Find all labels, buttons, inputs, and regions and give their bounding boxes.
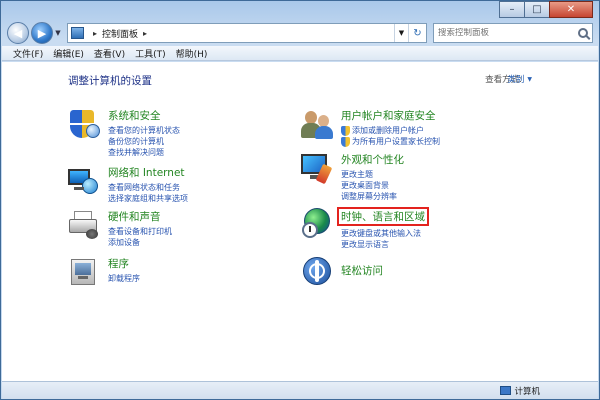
uac-shield-icon [341, 136, 350, 147]
menu-help[interactable]: 帮助(H) [171, 47, 213, 60]
recent-pages-dropdown[interactable]: ▼ [53, 29, 63, 37]
users-icon[interactable] [301, 108, 333, 140]
control-panel-icon [71, 27, 84, 39]
content-area: 调整计算机的设置 查看方式: 类别 ▼ 系统和安全 查看您的计算机状态 备份您的… [2, 62, 598, 381]
computer-icon [500, 386, 512, 395]
link-change-theme[interactable]: 更改主题 [341, 169, 404, 180]
category-title-system-security[interactable]: 系统和安全 [108, 108, 180, 123]
breadcrumb-chevron-icon[interactable]: ▸ [93, 29, 97, 38]
category-clock-language-region: 时钟、语言和区域 更改键盘或其他输入法 更改显示语言 [301, 207, 429, 250]
search-box[interactable] [433, 23, 593, 43]
link-adjust-resolution[interactable]: 调整屏幕分辨率 [341, 191, 404, 202]
printer-icon[interactable] [68, 209, 100, 241]
back-button[interactable]: ◀ [7, 22, 29, 44]
status-text: 计算机 [514, 386, 540, 397]
close-button[interactable]: ✕ [549, 1, 593, 18]
link-view-network-status[interactable]: 查看网络状态和任务 [108, 182, 188, 193]
link-view-computer-status[interactable]: 查看您的计算机状态 [108, 125, 180, 136]
menu-view[interactable]: 查看(V) [89, 47, 130, 60]
category-system-security: 系统和安全 查看您的计算机状态 备份您的计算机 查找并解决问题 [68, 108, 180, 158]
category-title-ease-of-access[interactable]: 轻松访问 [341, 263, 383, 278]
category-title-network[interactable]: 网络和 Internet [108, 165, 188, 180]
address-bar[interactable]: ▸ 控制面板 ▸ ▼ ↻ [67, 23, 427, 43]
category-user-accounts: 用户帐户和家庭安全 添加或删除用户帐户 为所有用户设置家长控制 [301, 108, 440, 147]
menu-bar: 文件(F) 编辑(E) 查看(V) 工具(T) 帮助(H) [2, 46, 598, 61]
network-globe-icon[interactable] [68, 165, 100, 197]
search-icon[interactable] [578, 28, 588, 38]
menu-file[interactable]: 文件(F) [8, 47, 48, 60]
link-homegroup-sharing[interactable]: 选择家庭组和共享选项 [108, 193, 188, 204]
category-programs: 程序 卸载程序 [68, 256, 140, 288]
appearance-monitor-icon[interactable] [301, 152, 333, 185]
category-title-hardware[interactable]: 硬件和声音 [108, 209, 172, 224]
link-change-display-language[interactable]: 更改显示语言 [341, 239, 429, 250]
programs-icon[interactable] [68, 256, 100, 288]
link-find-fix-problems[interactable]: 查找并解决问题 [108, 147, 180, 158]
link-change-desktop-background[interactable]: 更改桌面背景 [341, 180, 404, 191]
link-uninstall-program[interactable]: 卸载程序 [108, 273, 140, 284]
minimize-button[interactable]: – [499, 1, 525, 18]
uac-shield-icon [341, 125, 350, 136]
address-dropdown-icon[interactable]: ▼ [394, 24, 408, 42]
forward-button[interactable]: ▶ [31, 22, 53, 44]
link-add-remove-accounts[interactable]: 添加或删除用户帐户 [341, 125, 440, 136]
category-network-internet: 网络和 Internet 查看网络状态和任务 选择家庭组和共享选项 [68, 165, 188, 204]
category-title-clock-language-region[interactable]: 时钟、语言和区域 [337, 207, 429, 226]
menu-edit[interactable]: 编辑(E) [48, 47, 89, 60]
view-by-value[interactable]: 类别 [507, 73, 524, 85]
navigation-row: ◀ ▶ ▼ ▸ 控制面板 ▸ ▼ ↻ [7, 21, 593, 45]
ease-of-access-icon[interactable] [301, 255, 333, 287]
category-appearance: 外观和个性化 更改主题 更改桌面背景 调整屏幕分辨率 [301, 152, 404, 202]
link-add-device[interactable]: 添加设备 [108, 237, 172, 248]
category-title-programs[interactable]: 程序 [108, 256, 140, 271]
clock-globe-icon[interactable] [301, 207, 333, 239]
breadcrumb-chevron-icon[interactable]: ▸ [143, 29, 147, 38]
link-view-devices-printers[interactable]: 查看设备和打印机 [108, 226, 172, 237]
link-change-keyboard-input[interactable]: 更改键盘或其他输入法 [341, 228, 429, 239]
security-shield-icon[interactable] [68, 108, 100, 140]
maximize-button[interactable]: □ [524, 1, 550, 18]
control-panel-window: – □ ✕ ◀ ▶ ▼ ▸ 控制面板 ▸ ▼ ↻ 文件(F) 编辑(E) 查看(… [0, 0, 600, 400]
category-ease-of-access: 轻松访问 [301, 255, 383, 287]
menu-tools[interactable]: 工具(T) [130, 47, 171, 60]
refresh-icon[interactable]: ↻ [408, 24, 426, 42]
category-title-appearance[interactable]: 外观和个性化 [341, 152, 404, 167]
link-parental-controls[interactable]: 为所有用户设置家长控制 [341, 136, 440, 147]
page-title: 调整计算机的设置 [68, 75, 152, 87]
breadcrumb-control-panel[interactable]: 控制面板 [102, 27, 138, 40]
search-input[interactable] [438, 28, 578, 38]
category-title-user-accounts[interactable]: 用户帐户和家庭安全 [341, 108, 440, 123]
chevron-down-icon[interactable]: ▼ [527, 76, 532, 83]
view-by-dropdown[interactable]: 类别 ▼ [507, 73, 532, 85]
link-backup-computer[interactable]: 备份您的计算机 [108, 136, 180, 147]
caption-buttons: – □ ✕ [499, 1, 593, 18]
status-bar: 计算机 [2, 381, 598, 399]
category-hardware-sound: 硬件和声音 查看设备和打印机 添加设备 [68, 209, 172, 248]
